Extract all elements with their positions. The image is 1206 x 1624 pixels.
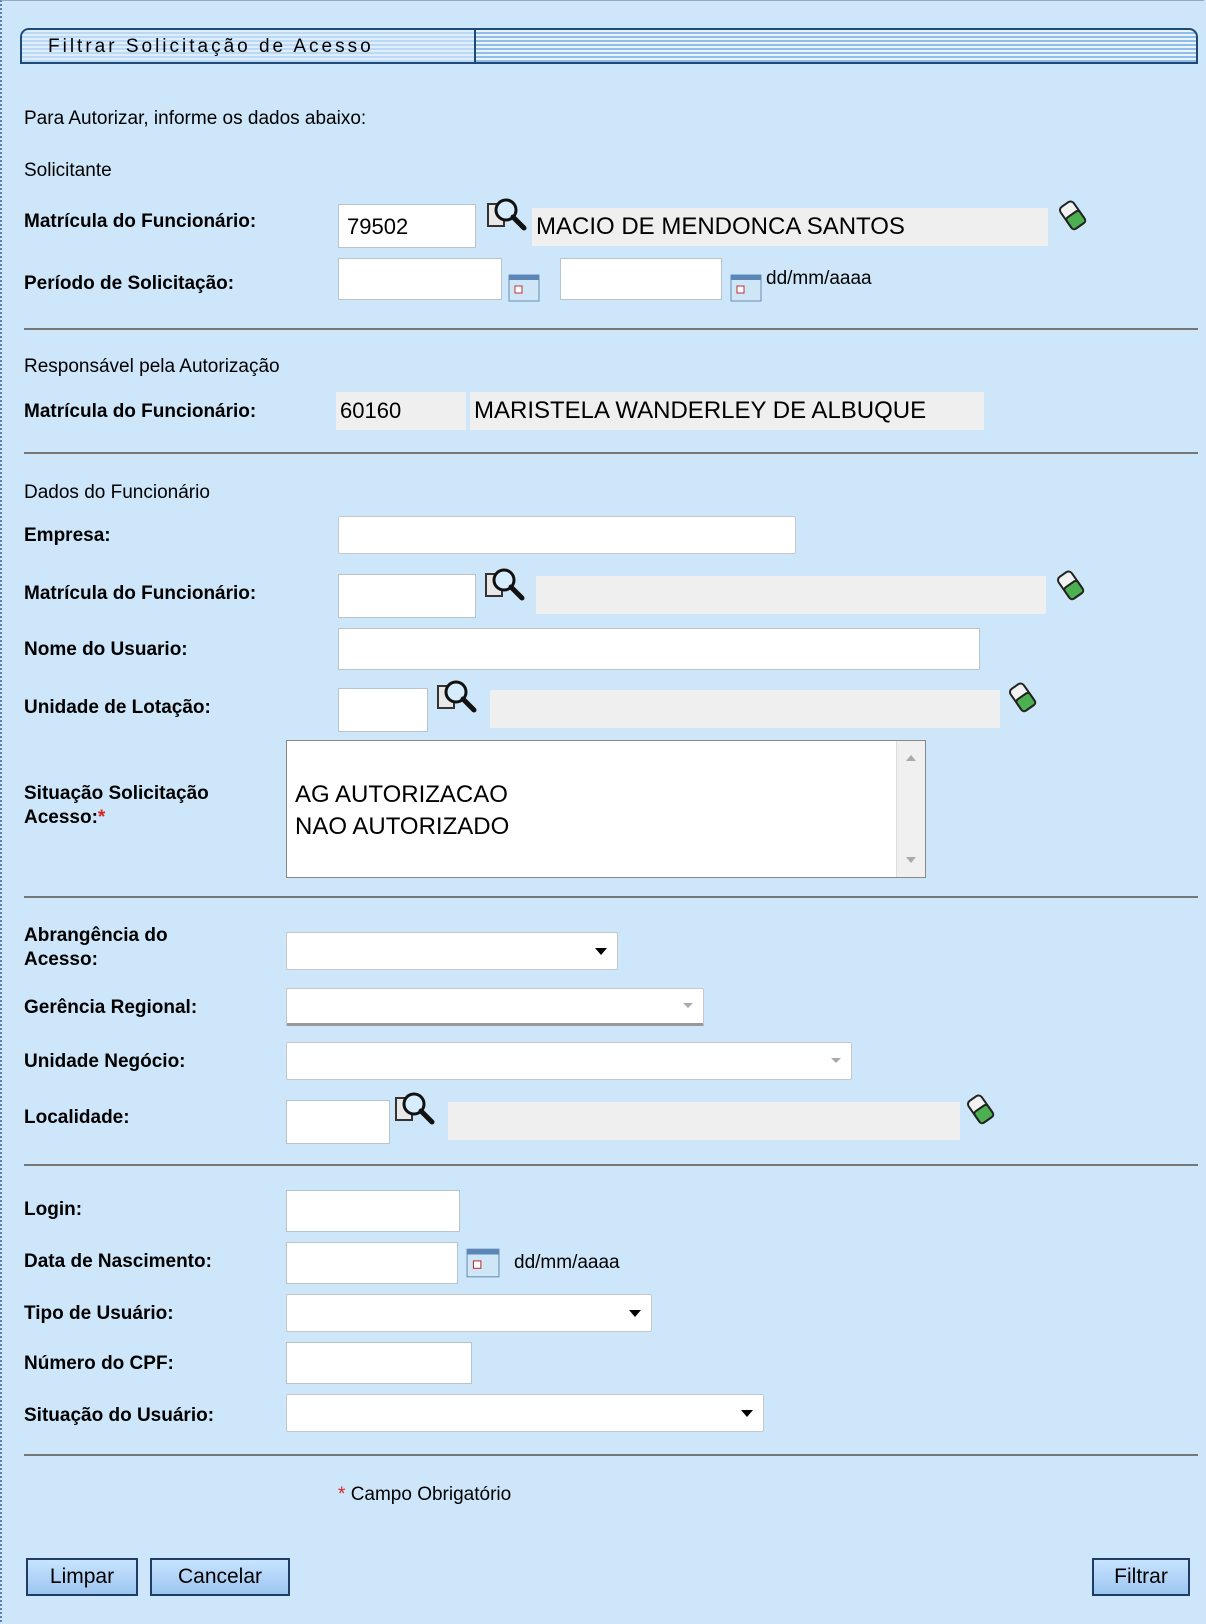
solicitante-heading: Solicitante [24,160,112,181]
responsavel-nome-display: MARISTELA WANDERLEY DE ALBUQUE [470,392,984,430]
divider [24,896,1198,898]
funcionario-nome-display [536,576,1046,614]
empresa-select[interactable] [338,516,796,554]
situacao-solicitacao-label: Situação Solicitação Acesso:* [24,782,209,830]
required-note-text: Campo Obrigatório [350,1484,512,1505]
unidade-lotacao-input[interactable] [338,688,428,732]
search-icon[interactable] [394,1090,438,1130]
solicitante-matricula-label: Matrícula do Funcionário: [24,211,257,232]
listbox-scrollbar[interactable] [896,741,925,877]
cpf-label: Número do CPF: [24,1353,174,1374]
scroll-up-arrow-icon[interactable] [906,755,916,761]
data-nascimento-label: Data de Nascimento: [24,1251,212,1272]
chevron-down-icon [741,1410,753,1417]
scroll-down-arrow-icon[interactable] [906,857,916,863]
unidade-lotacao-label: Unidade de Lotação: [24,697,211,718]
empresa-label: Empresa: [24,525,111,546]
unidade-negocio-select[interactable] [286,1042,852,1080]
search-icon[interactable] [486,196,530,236]
required-mark: * [97,807,106,828]
abrangencia-select[interactable] [286,932,618,970]
abrangencia-label: Abrangência do Acesso: [24,924,168,972]
title-bar: Filtrar Solicitação de Acesso [20,28,1198,64]
situacao-solicitacao-listbox[interactable]: AG AUTORIZACAO NAO AUTORIZADO [286,740,926,878]
unidade-lotacao-display [490,690,1000,728]
gerencia-regional-select[interactable] [286,988,704,1026]
title-tab: Filtrar Solicitação de Acesso [22,30,476,62]
data-nascimento-input[interactable] [286,1242,458,1284]
nome-usuario-input[interactable] [338,628,980,670]
cancelar-button[interactable]: Cancelar [150,1558,290,1596]
cpf-input[interactable] [286,1342,472,1384]
eraser-icon[interactable] [964,1092,998,1128]
divider [24,452,1198,454]
divider [24,328,1198,330]
funcionario-heading: Dados do Funcionário [24,482,210,503]
funcionario-matricula-label: Matrícula do Funcionário: [24,583,257,604]
responsavel-heading: Responsável pela Autorização [24,356,280,377]
periodo-end-input[interactable] [560,258,722,300]
required-note: * Campo Obrigatório [338,1484,511,1506]
solicitante-matricula-input[interactable]: 79502 [338,204,476,248]
login-label: Login: [24,1199,83,1220]
login-input[interactable] [286,1190,460,1232]
situacao-label-line2: Acesso: [24,807,98,828]
filtrar-button[interactable]: Filtrar [1092,1558,1190,1596]
chevron-down-icon [629,1310,641,1317]
situacao-label-line1: Situação Solicitação [24,783,209,804]
chevron-down-icon [831,1058,841,1063]
abrangencia-label-line1: Abrangência do [24,925,168,946]
limpar-button[interactable]: Limpar [26,1558,138,1596]
list-option[interactable]: NAO AUTORIZADO [295,813,509,841]
list-option[interactable]: AG AUTORIZACAO [295,781,508,809]
tipo-usuario-label: Tipo de Usuário: [24,1303,174,1324]
eraser-icon[interactable] [1056,198,1090,234]
eraser-icon[interactable] [1006,680,1040,716]
search-icon[interactable] [436,678,480,718]
periodo-start-input[interactable] [338,258,502,300]
calendar-icon[interactable] [466,1248,500,1278]
search-icon[interactable] [484,566,528,606]
divider [24,1454,1198,1456]
calendar-icon[interactable] [508,274,540,302]
nascimento-date-hint: dd/mm/aaaa [514,1252,620,1273]
solicitante-nome-display: MACIO DE MENDONCA SANTOS [532,208,1048,246]
calendar-icon[interactable] [730,274,762,302]
gerencia-regional-label: Gerência Regional: [24,997,198,1018]
funcionario-matricula-input[interactable] [338,574,476,618]
chevron-down-icon [683,1003,693,1008]
nome-usuario-label: Nome do Usuario: [24,639,188,660]
eraser-icon[interactable] [1054,568,1088,604]
periodo-label: Período de Solicitação: [24,273,235,294]
tipo-usuario-select[interactable] [286,1294,652,1332]
page-title: Filtrar Solicitação de Acesso [48,36,374,57]
chevron-down-icon [595,948,607,955]
divider [24,1164,1198,1166]
localidade-label: Localidade: [24,1107,130,1128]
unidade-negocio-label: Unidade Negócio: [24,1051,186,1072]
intro-text: Para Autorizar, informe os dados abaixo: [24,108,367,129]
periodo-date-hint: dd/mm/aaaa [766,268,872,289]
required-mark: * [338,1484,346,1505]
localidade-display [448,1102,960,1140]
responsavel-matricula-display: 60160 [336,392,466,430]
localidade-input[interactable] [286,1100,390,1144]
responsavel-matricula-label: Matrícula do Funcionário: [24,401,257,422]
situacao-usuario-label: Situação do Usuário: [24,1405,215,1426]
abrangencia-label-line2: Acesso: [24,949,98,970]
situacao-usuario-select[interactable] [286,1394,764,1432]
